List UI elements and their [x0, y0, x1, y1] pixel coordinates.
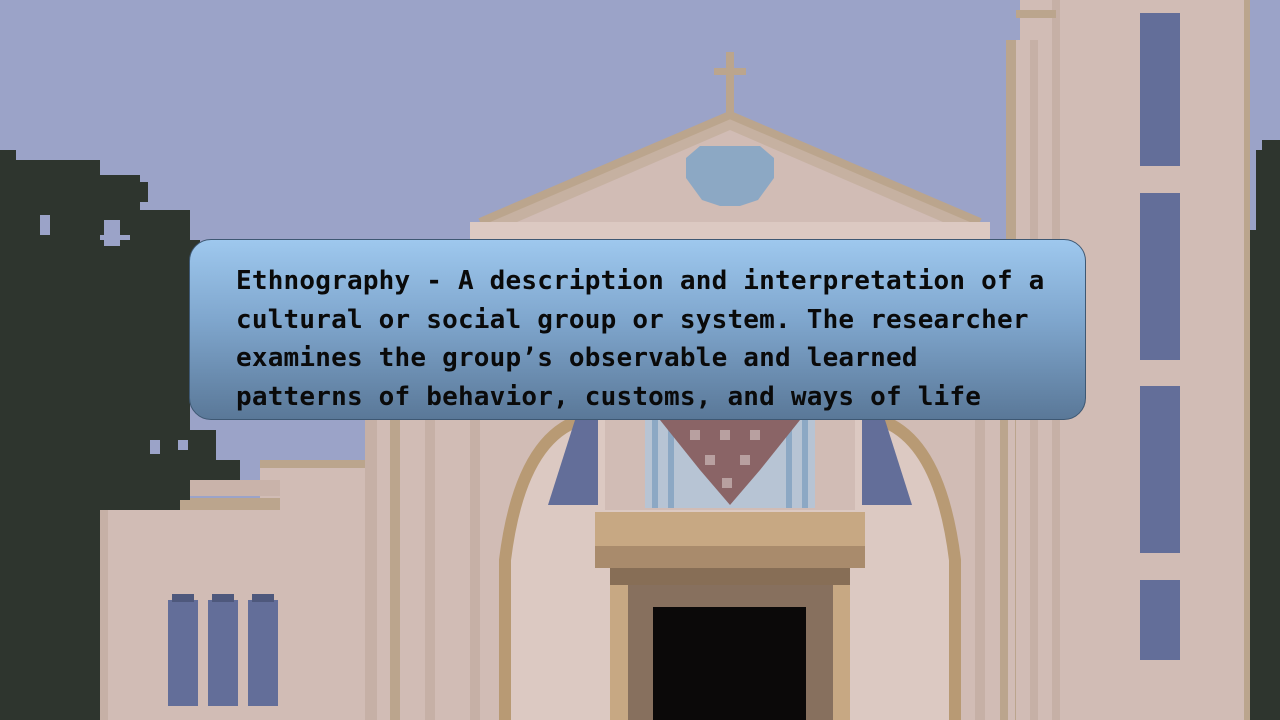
chapel-window: [248, 600, 278, 706]
chapel-window: [208, 600, 238, 706]
tower-window-icon: [1140, 193, 1180, 360]
dialog-line: examines the group’s observable and lear…: [236, 343, 918, 373]
dialog-box[interactable]: Ethnography - A description and interpre…: [189, 239, 1086, 420]
tower-window-icon: [1140, 13, 1180, 166]
tower-window-icon: [1140, 580, 1180, 660]
tower-window-icon: [1140, 386, 1180, 553]
dialog-line: patterns of behavior, customs, and ways …: [236, 381, 982, 412]
door: [653, 607, 806, 720]
dialog-line: Ethnography - A description and interpre…: [236, 266, 1045, 296]
chapel-window: [168, 600, 198, 706]
dialog-line: cultural or social group or system. The …: [236, 304, 1029, 335]
dialog-text: Ethnography - A description and interpre…: [236, 262, 1045, 416]
